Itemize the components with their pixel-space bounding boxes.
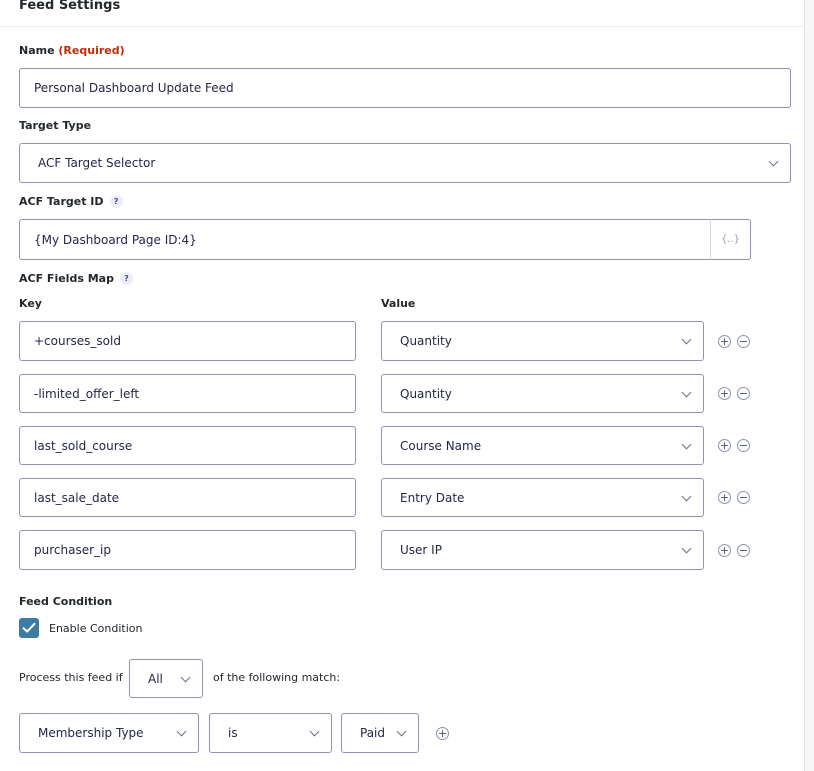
name-input-value: Personal Dashboard Update Feed <box>34 81 234 95</box>
chevron-down-icon <box>681 387 692 398</box>
logic-value: All <box>148 671 163 686</box>
chevron-down-icon <box>396 726 407 737</box>
fields-map-label: ACF Fields Map? <box>19 272 133 285</box>
target-type-select[interactable]: ACF Target Selector <box>19 143 791 183</box>
add-rule-icon[interactable]: + <box>436 727 449 740</box>
add-row-icon[interactable]: + <box>718 544 731 557</box>
map-value-selected: Entry Date <box>400 490 465 505</box>
rule-value-selected: Paid <box>360 726 386 740</box>
help-icon[interactable]: ? <box>109 195 123 208</box>
map-value-selected: Quantity <box>400 386 452 401</box>
name-label-text: Name <box>19 44 55 57</box>
process-prefix-text: Process this feed if <box>19 671 123 684</box>
process-suffix-text: of the following match: <box>213 671 341 684</box>
required-indicator: (Required) <box>58 44 125 57</box>
map-value-select[interactable]: Entry Date <box>381 478 704 517</box>
target-type-value: ACF Target Selector <box>38 156 156 170</box>
logic-select[interactable]: All <box>129 659 203 698</box>
chevron-down-icon <box>180 672 191 683</box>
chevron-down-icon <box>681 491 692 502</box>
chevron-down-icon <box>176 726 187 737</box>
map-value-select[interactable]: User IP <box>381 530 704 570</box>
map-value-select[interactable]: Quantity <box>381 374 704 413</box>
remove-row-icon[interactable]: − <box>737 335 750 348</box>
remove-row-icon[interactable]: − <box>737 491 750 504</box>
map-value-selected: Quantity <box>400 334 452 348</box>
chevron-down-icon <box>768 156 779 167</box>
merge-tag-icon: {..} <box>720 234 741 245</box>
rule-field-select[interactable]: Membership Type <box>19 713 199 753</box>
chevron-down-icon <box>681 543 692 554</box>
enable-condition-checkbox[interactable] <box>19 618 39 638</box>
feed-condition-label: Feed Condition <box>19 595 113 608</box>
add-row-icon[interactable]: + <box>718 387 731 400</box>
rule-field-value: Membership Type <box>38 726 144 740</box>
chevron-down-icon <box>309 726 320 737</box>
rule-value-select[interactable]: Paid <box>341 713 419 753</box>
add-row-icon[interactable]: + <box>718 491 731 504</box>
panel-header: Feed Settings <box>0 0 804 27</box>
chevron-down-icon <box>681 334 692 345</box>
add-row-icon[interactable]: + <box>718 335 731 348</box>
rule-operator-select[interactable]: is <box>209 713 332 753</box>
target-id-label-text: ACF Target ID <box>19 195 104 208</box>
map-key-value: -limited_offer_left <box>34 386 140 401</box>
chevron-down-icon <box>681 439 692 450</box>
remove-row-icon[interactable]: − <box>737 387 750 400</box>
name-label: Name (Required) <box>19 44 125 57</box>
map-value-selected: Course Name <box>400 438 482 453</box>
map-key-input[interactable]: +courses_sold <box>19 321 356 361</box>
target-type-label: Target Type <box>19 119 92 132</box>
target-id-value: {My Dashboard Page ID:4} <box>34 232 197 247</box>
remove-row-icon[interactable]: − <box>737 439 750 452</box>
checkmark-icon <box>22 622 36 633</box>
target-id-input[interactable]: {My Dashboard Page ID:4} <box>19 219 711 260</box>
map-value-select[interactable]: Course Name <box>381 426 704 465</box>
value-column-header: Value <box>381 297 416 310</box>
add-row-icon[interactable]: + <box>718 439 731 452</box>
remove-row-icon[interactable]: − <box>737 544 750 557</box>
name-input[interactable]: Personal Dashboard Update Feed <box>19 68 791 108</box>
map-key-value: last_sold_course <box>34 438 133 453</box>
rule-operator-value: is <box>228 726 238 740</box>
map-value-select[interactable]: Quantity <box>381 321 704 361</box>
merge-tag-button[interactable]: {..} <box>710 219 751 260</box>
target-id-label: ACF Target ID? <box>19 195 123 208</box>
map-key-value: last_sale_date <box>34 490 120 505</box>
map-key-input[interactable]: purchaser_ip <box>19 530 356 570</box>
enable-condition-label: Enable Condition <box>49 622 143 635</box>
map-key-value: +courses_sold <box>34 334 121 348</box>
panel-title: Feed Settings <box>19 0 121 13</box>
feed-settings-panel: Feed Settings Name (Required) Personal D… <box>0 0 805 771</box>
map-value-selected: User IP <box>400 543 442 557</box>
map-key-input[interactable]: last_sale_date <box>19 478 356 517</box>
help-icon[interactable]: ? <box>119 272 133 285</box>
map-key-value: purchaser_ip <box>34 543 111 557</box>
map-key-input[interactable]: -limited_offer_left <box>19 374 356 413</box>
key-column-header: Key <box>19 297 42 310</box>
map-key-input[interactable]: last_sold_course <box>19 426 356 465</box>
fields-map-label-text: ACF Fields Map <box>19 272 114 285</box>
